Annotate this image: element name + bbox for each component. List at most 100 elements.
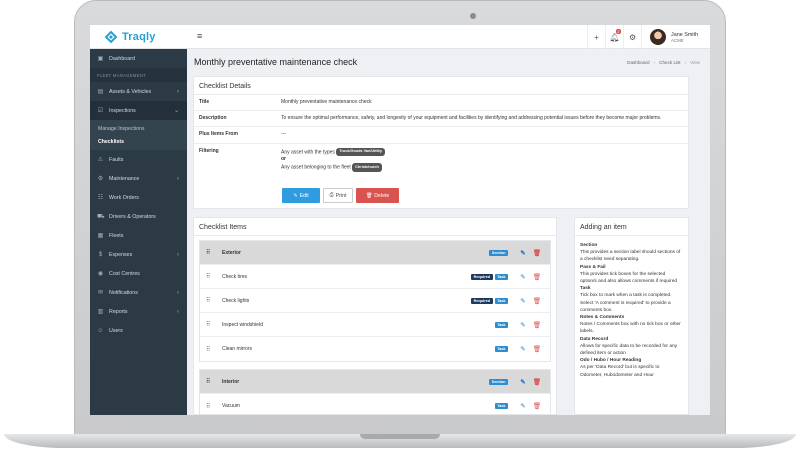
- checklist-group: ⠿ Exterior Section ✎ 🗑︎ ⠿ Check tires Re…: [199, 240, 551, 362]
- sidebar-item-reports[interactable]: ▥ Reports ‹: [90, 302, 187, 321]
- help-heading: Task: [580, 286, 591, 292]
- delete-icon[interactable]: 🗑︎: [530, 321, 544, 329]
- sidebar-item-drivers[interactable]: ⛟ Drivers & Operators: [90, 207, 187, 226]
- filter-types-line: Any asset with the types Truck/Goods Van…: [281, 147, 683, 157]
- drag-handle-icon[interactable]: ⠿: [206, 321, 218, 328]
- print-button[interactable]: ⎙ Print: [323, 188, 353, 203]
- checkbox-icon: ☑: [97, 108, 104, 114]
- clipboard-icon: ☷: [97, 195, 104, 201]
- detail-label: Plus Items From: [199, 131, 238, 138]
- detail-value: To ensure the optimal performance, safet…: [281, 115, 662, 122]
- breadcrumb: Dashboard › Check List › View: [627, 60, 700, 65]
- sidebar-item-label: Fleets: [109, 232, 124, 239]
- table-row[interactable]: ⠿ Check tires Required Task ✎ 🗑︎: [200, 265, 550, 289]
- drag-handle-icon[interactable]: ⠿: [206, 346, 218, 353]
- delete-icon[interactable]: 🗑︎: [530, 378, 544, 386]
- delete-button[interactable]: 🗑︎ Delete: [356, 188, 399, 203]
- table-row[interactable]: ⠿ Inspect windshield Task ✎ 🗑︎: [200, 313, 550, 337]
- edit-icon[interactable]: ✎: [516, 273, 530, 281]
- help-text: This provides tick boxes for the selecte…: [580, 271, 678, 285]
- detail-label: Title: [199, 99, 210, 105]
- delete-icon[interactable]: 🗑︎: [530, 249, 544, 257]
- sidebar-item-label: Users: [109, 327, 123, 334]
- sidebar-item-notifications[interactable]: ✉ Notifications ‹: [90, 283, 187, 302]
- sidebar-subitem-manage-inspections[interactable]: Manage Inspections: [90, 122, 187, 135]
- delete-icon[interactable]: 🗑︎: [530, 273, 544, 281]
- required-tag: Required: [471, 297, 493, 304]
- sidebar-item-maintenance[interactable]: ⚙ Maintenance ‹: [90, 169, 187, 188]
- table-row[interactable]: ⠿ Vacuum Task ✎ 🗑︎: [200, 394, 550, 414]
- detail-row-filtering: Filtering Any asset with the types Truck…: [194, 144, 688, 176]
- user-menu[interactable]: Jane Smith ACME: [641, 25, 710, 49]
- sidebar-item-label: Reports: [109, 308, 128, 315]
- drag-handle-icon[interactable]: ⠿: [206, 297, 218, 304]
- edit-icon[interactable]: ✎: [516, 321, 530, 329]
- edit-button[interactable]: ✎ Edit: [282, 188, 320, 203]
- panel-title: Checklist Items: [194, 218, 556, 236]
- edit-icon[interactable]: ✎: [516, 297, 530, 305]
- row-tags: Section: [489, 378, 508, 385]
- pencil-icon: ✎: [293, 192, 298, 199]
- delete-icon[interactable]: 🗑︎: [530, 345, 544, 353]
- hamburger-menu-icon[interactable]: ≡: [197, 31, 202, 41]
- help-text: Notes / Comments box with no tick box or…: [580, 322, 681, 335]
- table-row[interactable]: ⠿ Clean mirrors Task ✎ 🗑︎: [200, 337, 550, 361]
- settings-button[interactable]: ⚙: [623, 25, 641, 49]
- item-name: Check lights: [222, 297, 250, 304]
- sidebar-item-faults[interactable]: ⚠ Faults: [90, 150, 187, 169]
- edit-icon[interactable]: ✎: [516, 378, 530, 386]
- breadcrumb-check-list[interactable]: Check List: [659, 60, 680, 65]
- detail-actions: ✎ Edit ⎙ Print 🗑︎ Delete: [282, 188, 399, 203]
- drag-handle-icon[interactable]: ⠿: [206, 403, 218, 410]
- sidebar-item-work-orders[interactable]: ☷ Work Orders: [90, 188, 187, 207]
- help-heading: Odo / Hubo / Hour Reading: [580, 358, 642, 364]
- print-label: Print: [335, 192, 347, 199]
- drag-handle-icon[interactable]: ⠿: [206, 273, 218, 280]
- delete-icon[interactable]: 🗑︎: [530, 297, 544, 305]
- detail-row-plus-items: Plus Items From ---: [194, 127, 688, 144]
- item-name: Clean mirrors: [222, 346, 253, 352]
- breadcrumb-separator: ›: [653, 60, 656, 65]
- drag-handle-icon[interactable]: ⠿: [206, 378, 218, 385]
- sidebar-item-users[interactable]: ☺ Users: [90, 321, 187, 340]
- sidebar-item-fleets[interactable]: ▦ Fleets: [90, 226, 187, 245]
- brand-logo[interactable]: Traqly: [90, 25, 187, 49]
- detail-row-description: Description To ensure the optimal perfor…: [194, 111, 688, 128]
- sidebar-item-label: Notifications: [109, 289, 138, 296]
- section-tag: Section: [489, 378, 508, 385]
- envelope-icon: ✉: [97, 290, 104, 296]
- checklist-group: ⠿ Interior Section ✎ 🗑︎ ⠿ Vacuum Task ✎ …: [199, 369, 551, 414]
- sidebar-subitem-checklists[interactable]: Checklists: [90, 135, 187, 148]
- edit-icon[interactable]: ✎: [516, 249, 530, 257]
- delete-icon[interactable]: 🗑︎: [530, 402, 544, 410]
- section-name: Exterior: [222, 249, 241, 256]
- sidebar-item-assets[interactable]: ▤ Assets & Vehicles ‹: [90, 82, 187, 101]
- checklist-details-panel: Checklist Details Title Monthly preventa…: [193, 76, 689, 209]
- sidebar: Traqly ▣ Dashboard FLEET MANAGEMENT ▤ As…: [90, 25, 187, 415]
- logo-icon: [104, 30, 118, 43]
- help-heading: Pass & Fail: [580, 264, 606, 270]
- breadcrumb-dashboard[interactable]: Dashboard: [627, 60, 649, 65]
- sidebar-item-inspections[interactable]: ☑ Inspections ⌄: [90, 101, 187, 120]
- sidebar-item-label: Assets & Vehicles: [109, 88, 152, 95]
- row-tags: Required Task: [471, 297, 508, 304]
- help-heading: Data Record: [580, 336, 609, 342]
- dollar-icon: $: [98, 251, 103, 258]
- sidebar-item-dashboard[interactable]: ▣ Dashboard: [90, 49, 187, 68]
- sidebar-section-header: FLEET MANAGEMENT: [90, 68, 187, 82]
- notifications-button[interactable]: 🔔︎ 2: [605, 25, 623, 49]
- chevron-left-icon: ‹: [177, 289, 179, 296]
- add-button[interactable]: +: [587, 25, 605, 49]
- edit-icon[interactable]: ✎: [516, 402, 530, 410]
- table-row[interactable]: ⠿ Check lights Required Task ✎ 🗑︎: [200, 289, 550, 313]
- sidebar-item-expenses[interactable]: $ Expenses ‹: [90, 245, 187, 264]
- section-row[interactable]: ⠿ Interior Section ✎ 🗑︎: [200, 370, 550, 394]
- task-tag: Task: [494, 273, 508, 280]
- help-body: Section This provides a section label sh…: [575, 236, 688, 385]
- sidebar-item-cost-centres[interactable]: ◉ Cost Centres: [90, 264, 187, 283]
- section-row[interactable]: ⠿ Exterior Section ✎ 🗑︎: [200, 241, 550, 265]
- help-text: Allows for specific data to be recorded …: [580, 343, 678, 357]
- edit-icon[interactable]: ✎: [516, 345, 530, 353]
- row-tags: Task: [494, 321, 508, 328]
- drag-handle-icon[interactable]: ⠿: [206, 249, 218, 256]
